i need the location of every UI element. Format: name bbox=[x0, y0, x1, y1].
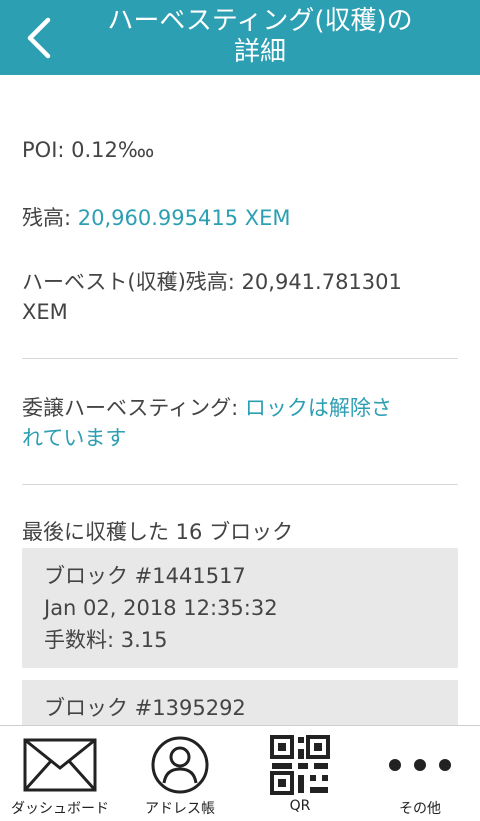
tab-qr-label: QR bbox=[289, 798, 311, 814]
chevron-left-icon bbox=[27, 17, 51, 58]
page-title: ハーベスティング(収穫)の 詳細 bbox=[70, 6, 450, 68]
envelope-icon bbox=[23, 734, 97, 796]
tab-dashboard-label: ダッシュボード bbox=[11, 801, 109, 817]
poi-text: POI: 0.12‱ bbox=[22, 138, 155, 162]
detail-content[interactable]: POI: 0.12‱ 残高: 20,960.995415 XEM ハーベスト(収… bbox=[0, 75, 480, 725]
delegated-label: 委譲ハーベスティング: bbox=[22, 396, 245, 420]
delegated-harvesting-row: 委譲ハーベスティング: ロックは解除さ れています bbox=[22, 393, 458, 453]
block-number: ブロック #1441517 bbox=[44, 564, 246, 588]
balance-row: 残高: 20,960.995415 XEM bbox=[22, 203, 458, 233]
block-number: ブロック #1395292 bbox=[44, 696, 246, 720]
harvested-blocks-heading: 最後に収穫した 16 ブロック bbox=[22, 520, 294, 544]
more-dots-icon bbox=[388, 734, 452, 796]
tab-other-label: その他 bbox=[399, 801, 441, 817]
harvest-balance-row: ハーベスト(収穫)残高: 20,941.781301 XEM bbox=[22, 267, 458, 327]
balance-value: 20,960.995415 XEM bbox=[77, 206, 291, 230]
bottom-tab-bar: ダッシュボード アドレス帳 QR その他 bbox=[0, 725, 480, 821]
tab-dashboard[interactable]: ダッシュボード bbox=[0, 726, 120, 821]
delegated-status-line2[interactable]: れています bbox=[22, 423, 458, 453]
page-title-line2: 詳細 bbox=[233, 37, 286, 67]
user-icon bbox=[150, 734, 210, 796]
tab-address-book[interactable]: アドレス帳 bbox=[120, 726, 240, 821]
block-fee: 手数料: 3.15 bbox=[44, 628, 168, 652]
harvest-balance-line2: XEM bbox=[22, 300, 68, 324]
tab-qr[interactable]: QR bbox=[240, 726, 360, 821]
block-date: Jan 02, 2018 12:35:32 bbox=[44, 596, 278, 620]
tab-other[interactable]: その他 bbox=[360, 726, 480, 821]
page-title-line1: ハーベスティング(収穫)の bbox=[107, 6, 413, 36]
qr-code-icon bbox=[270, 734, 330, 796]
harvested-block-card[interactable]: ブロック #1441517 Jan 02, 2018 12:35:32 手数料:… bbox=[22, 548, 458, 668]
harvest-balance-line1: ハーベスト(収穫)残高: 20,941.781301 bbox=[22, 270, 402, 294]
divider bbox=[22, 484, 458, 485]
delegated-status-line1[interactable]: ロックは解除さ bbox=[245, 396, 392, 420]
tab-address-book-label: アドレス帳 bbox=[145, 801, 215, 817]
back-button[interactable] bbox=[14, 10, 64, 65]
balance-label: 残高: bbox=[22, 206, 78, 230]
harvested-block-card[interactable]: ブロック #1395292 bbox=[22, 680, 458, 725]
app-header: ハーベスティング(収穫)の 詳細 bbox=[0, 0, 480, 75]
divider bbox=[22, 358, 458, 359]
